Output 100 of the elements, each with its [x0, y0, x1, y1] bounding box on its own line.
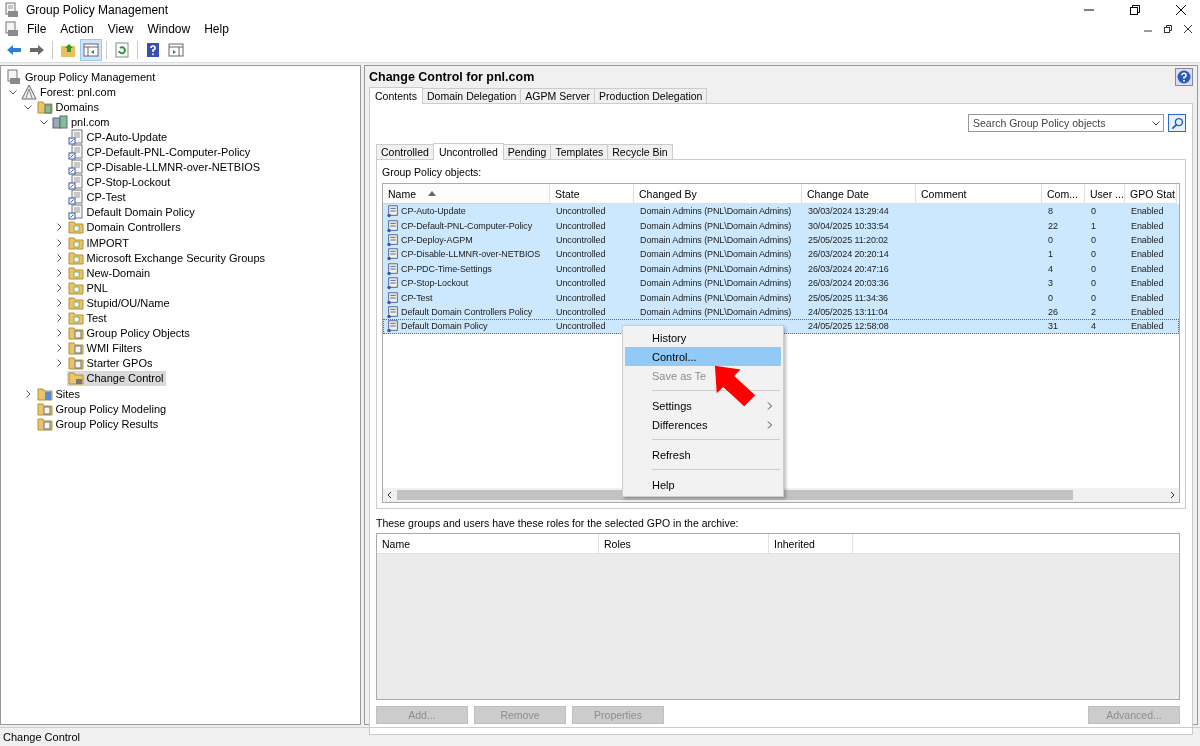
restore-icon[interactable] [1164, 25, 1172, 33]
tree-item[interactable]: Stupid/OU/Name [66, 295, 172, 311]
table-cell: 31 [1048, 321, 1058, 332]
expand-chevron-icon[interactable] [55, 268, 63, 277]
tree-item[interactable]: WMI Filters [66, 340, 145, 356]
table-row[interactable]: CP-Test Uncontrolled Domain Admins (PNL\Domain Admins) 25/05/2025 11:34:36 0 0 Enabled [383, 290, 1179, 305]
tab[interactable]: Domain Delegation [422, 88, 522, 103]
table-cell: 0 [1091, 292, 1096, 303]
tree-item[interactable]: Group Policy Management [5, 69, 158, 85]
expand-chevron-icon[interactable] [55, 253, 63, 262]
tree-item[interactable]: pnl.com [51, 114, 112, 130]
scroll-icon [386, 218, 400, 233]
folder-icon [36, 400, 53, 417]
collapse-chevron-icon[interactable] [8, 87, 17, 96]
tree-item[interactable]: IMPORT [66, 235, 132, 251]
scroll-icon [386, 290, 400, 305]
document-icon [67, 128, 84, 145]
dropdown-chevron-icon[interactable] [1152, 119, 1160, 127]
tree-item[interactable]: Change Control [66, 370, 166, 386]
tree-item[interactable]: Domain Controllers [66, 220, 183, 235]
scroll-right-icon[interactable] [1168, 491, 1176, 499]
table-row[interactable]: CP-Default-PNL-Computer-Policy Uncontrolled Domain Admins (PNL\Domain Admins) 30/04/2025 10:33:54 22 1 Enabled [383, 218, 1179, 233]
tree-item[interactable]: CP-Test [66, 189, 128, 205]
expand-chevron-icon[interactable] [55, 298, 63, 307]
tree-item[interactable]: CP-Stop-Lockout [66, 174, 173, 190]
expand-chevron-icon[interactable] [55, 283, 63, 292]
tab[interactable]: AGPM Server [520, 88, 596, 103]
folder-icon [67, 310, 84, 327]
menu-item[interactable]: Action [53, 22, 101, 36]
help-icon[interactable] [1175, 68, 1193, 86]
tree-toggle-button[interactable] [80, 39, 102, 61]
expand-chevron-icon[interactable] [24, 389, 32, 398]
tab[interactable]: Controlled [376, 144, 434, 159]
tree-item[interactable]: Microsoft Exchange Security Groups [66, 250, 268, 266]
folder-icon [36, 98, 53, 115]
tree-item[interactable]: PNL [66, 280, 110, 296]
expand-chevron-icon[interactable] [55, 238, 63, 247]
menu-item[interactable]: View [100, 22, 141, 36]
table-cell: 4 [1048, 263, 1053, 274]
document-icon [67, 144, 84, 160]
folder-icon [67, 264, 84, 281]
table-cell: Domain Admins (PNL\Domain Admins) [640, 263, 792, 274]
table-cell: CP-Default-PNL-Computer-Policy [401, 220, 533, 231]
menu-item[interactable]: Help [625, 475, 781, 494]
menu-item[interactable]: Control... [625, 347, 781, 366]
scroll-icon [386, 204, 400, 219]
folder-icon [67, 370, 84, 387]
menu-item[interactable]: File [20, 22, 54, 36]
tab[interactable]: Production Delegation [594, 88, 708, 103]
window-title: Group Policy Management [26, 3, 169, 17]
tab[interactable]: Uncontrolled [432, 143, 504, 160]
tree-item[interactable]: Group Policy Modeling [35, 401, 169, 417]
tree-item[interactable]: Starter GPOs [66, 355, 155, 371]
menu-item[interactable]: Settings [625, 396, 781, 415]
collapse-chevron-icon[interactable] [39, 117, 48, 126]
tree-item[interactable]: Test [66, 310, 109, 326]
app-icon[interactable] [4, 21, 20, 37]
search-field[interactable]: Search Group Policy objects [968, 114, 1164, 132]
table-cell: Enabled [1131, 249, 1164, 260]
menu-item[interactable]: Help [197, 22, 236, 36]
menu-item[interactable]: Window [140, 22, 198, 36]
collapse-chevron-icon[interactable] [24, 102, 32, 111]
tab[interactable]: Contents [369, 87, 424, 104]
restore-icon[interactable] [1130, 5, 1140, 15]
table-cell: Domain Admins (PNL\Domain Admins) [640, 292, 792, 303]
table-cell: 0 [1048, 292, 1053, 303]
tree-item[interactable]: Sites [35, 386, 82, 401]
table-cell: 0 [1091, 234, 1096, 245]
tree-item[interactable]: New-Domain [66, 265, 153, 281]
expand-chevron-icon[interactable] [55, 344, 63, 353]
tree-item[interactable]: Group Policy Results [35, 416, 161, 432]
tree-item[interactable]: Group Policy Objects [66, 325, 192, 341]
close-icon[interactable] [1184, 25, 1192, 33]
tree-item[interactable]: Default Domain Policy [66, 204, 197, 220]
menu-item[interactable]: Refresh [625, 445, 781, 464]
table-cell: Uncontrolled [556, 206, 606, 217]
menu-item[interactable]: History [625, 328, 781, 347]
expand-chevron-icon[interactable] [55, 359, 63, 368]
expand-chevron-icon[interactable] [55, 223, 63, 232]
tree-item[interactable]: CP-Auto-Update [66, 129, 170, 145]
expand-chevron-icon[interactable] [55, 329, 63, 338]
tab[interactable]: Pending [502, 144, 552, 159]
table-cell: Uncontrolled [556, 321, 606, 332]
folder-up-icon [60, 42, 76, 58]
tree-item[interactable]: CP-Default-PNL-Computer-Policy [66, 144, 253, 160]
menu-item[interactable]: Differences [625, 415, 781, 434]
search-button[interactable] [1168, 114, 1186, 132]
tree-item[interactable]: Domains [35, 99, 101, 115]
close-icon[interactable] [1176, 5, 1186, 15]
tab[interactable]: Recycle Bin [607, 144, 673, 159]
column-header[interactable]: Name [383, 184, 550, 204]
table-row[interactable]: CP-Auto-Update Uncontrolled Domain Admins (PNL\Domain Admins) 30/03/2024 13:29:44 8 0 Enabled [383, 204, 1179, 219]
tree-item[interactable]: Forest: pnl.com [20, 84, 118, 100]
expand-chevron-icon[interactable] [55, 314, 63, 323]
table-cell: 25/05/2025 11:20:02 [808, 234, 888, 245]
table-row[interactable]: CP-Disable-LLMNR-over-NETBIOS Uncontrolled Domain Admins (PNL\Domain Admins) 26/03/2024 20:20:14 1 0 Enabled [383, 247, 1179, 262]
scroll-left-icon[interactable] [386, 491, 394, 499]
tree-item[interactable]: CP-Disable-LLMNR-over-NETBIOS [66, 159, 263, 175]
roles-label: These groups and users have these roles for the selected GPO in the archive: [376, 517, 740, 529]
tab[interactable]: Templates [550, 144, 609, 159]
